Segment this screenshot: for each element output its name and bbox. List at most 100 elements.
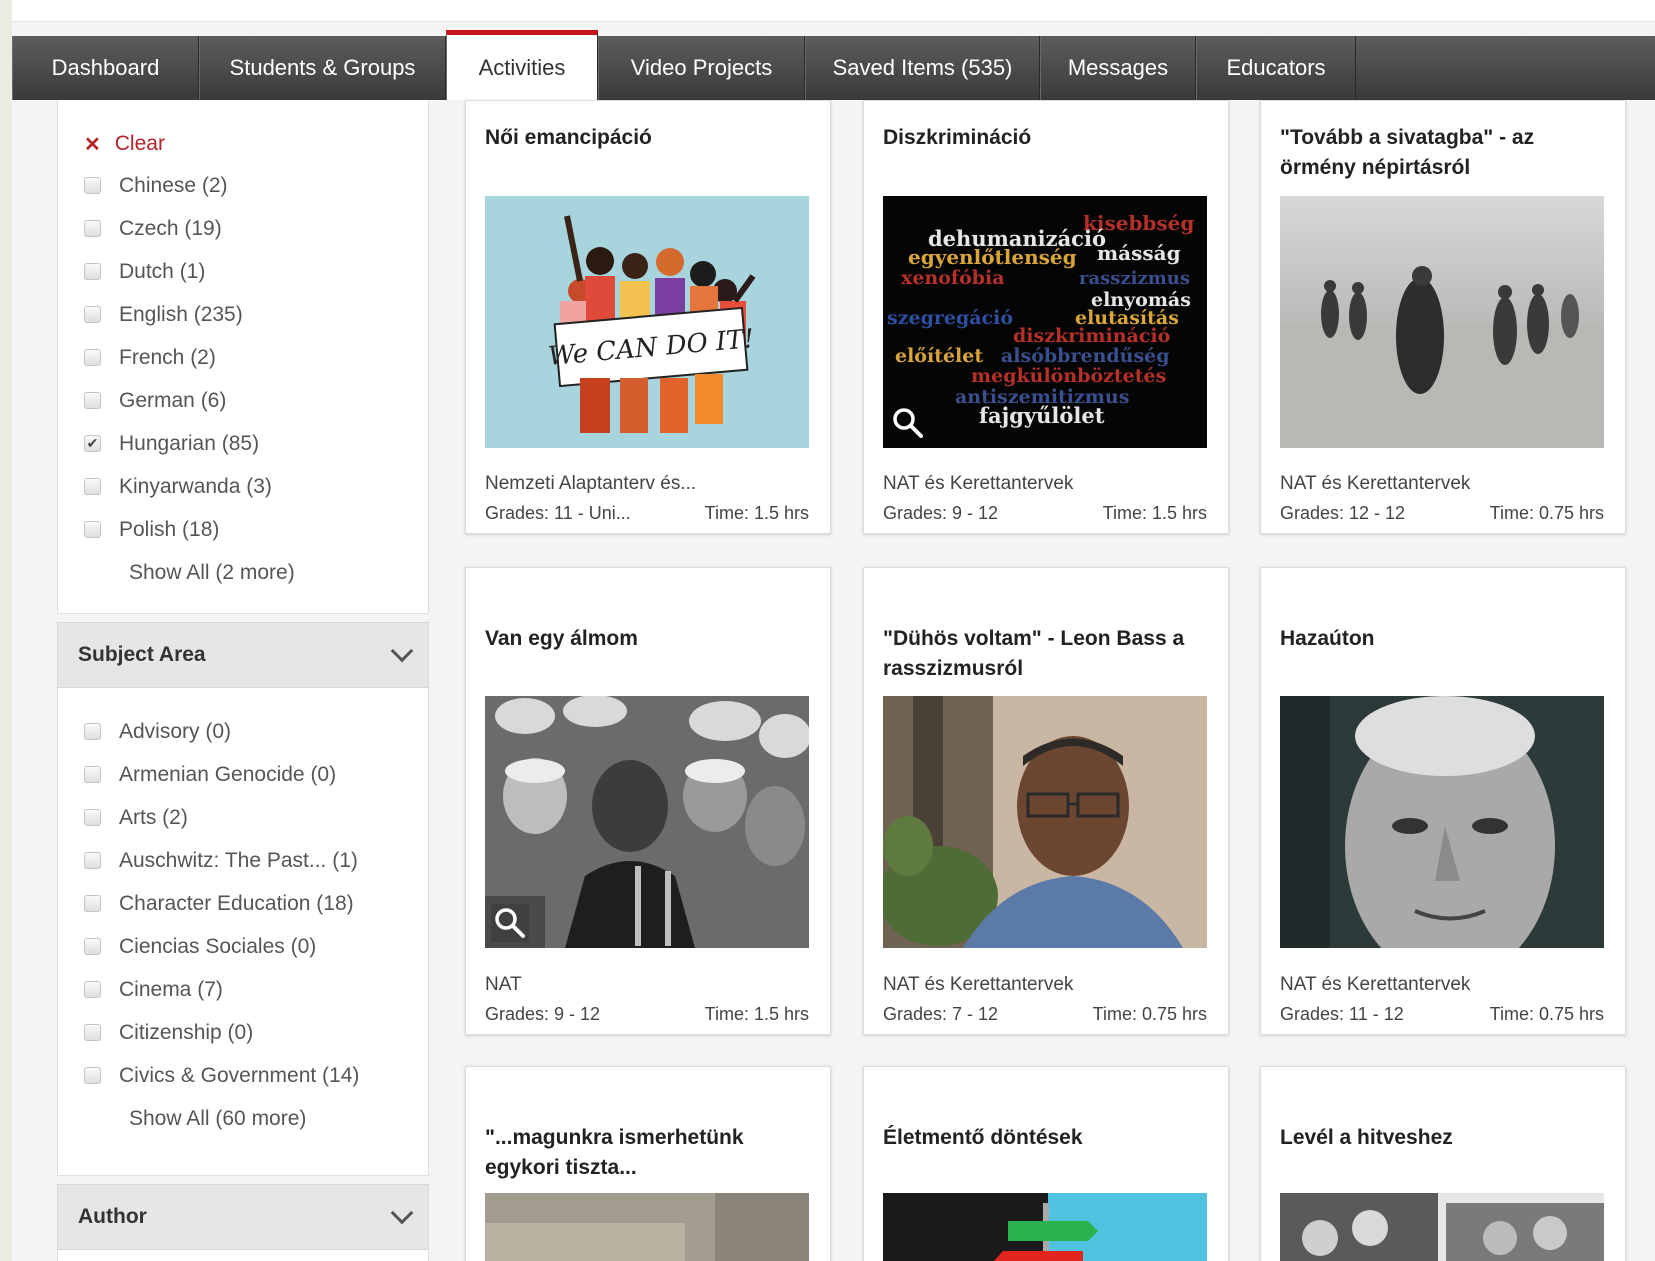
card-grades: Grades: 12 - 12 — [1280, 503, 1406, 523]
card-meta: Grades: 11 - Uni... Time: 1.5 hrs — [485, 503, 809, 524]
checkbox[interactable] — [84, 981, 101, 998]
filter-option[interactable]: Ciencias Sociales (0) — [58, 925, 428, 968]
filter-option-label: French (2) — [119, 345, 216, 369]
subject-area-header[interactable]: Subject Area — [57, 622, 429, 688]
we-can-do-it-illustration: We CAN DO IT! — [485, 196, 809, 448]
card-image: kisebbség dehumanizáció egyenlőtlenség m… — [883, 196, 1207, 448]
checkbox[interactable] — [84, 392, 101, 409]
filter-option-label: Advisory (0) — [119, 719, 232, 743]
checkbox[interactable] — [84, 723, 101, 740]
tab-students-groups[interactable]: Students & Groups — [199, 36, 446, 100]
checkbox-checked[interactable]: ✔ — [84, 435, 101, 452]
filter-option[interactable]: Polish (18) — [58, 508, 428, 551]
activity-card[interactable]: Női emancipáció We CAN DO IT! Nemzeti Al… — [465, 100, 831, 534]
card-time: Time: 0.75 hrs — [1489, 1004, 1604, 1024]
filter-option[interactable]: Auschwitz: The Past... (1) — [58, 839, 428, 882]
activity-card[interactable]: Van egy álmom NAT Grades: 9 - 12 Time: 1… — [465, 567, 831, 1035]
clear-filter-button[interactable]: ✕ Clear — [58, 124, 428, 164]
card-subtitle: NAT és Kerettantervek — [1280, 473, 1471, 494]
checkbox[interactable] — [84, 306, 101, 323]
activity-card[interactable]: "Tovább a sivatagba" - az örmény népirtá… — [1260, 100, 1626, 534]
magnifier-icon[interactable] — [889, 404, 927, 442]
filter-option[interactable]: Civics & Government (14) — [58, 1054, 428, 1097]
filter-option[interactable]: Kinyarwanda (3) — [58, 465, 428, 508]
tab-messages[interactable]: Messages — [1040, 36, 1196, 100]
author-header[interactable]: Author — [57, 1184, 429, 1250]
card-title: Hazaúton — [1280, 627, 1375, 650]
filter-option[interactable]: Character Education (18) — [58, 882, 428, 925]
card-title: Diszkrimináció — [883, 126, 1032, 149]
filter-option[interactable]: Advisory (0) — [58, 710, 428, 753]
interview-photo — [883, 696, 1207, 948]
card-meta: Grades: 7 - 12 Time: 0.75 hrs — [883, 1004, 1207, 1025]
activity-card[interactable]: Hazaúton NAT és Kerettantervek Grades: 1… — [1260, 567, 1626, 1035]
filter-option-label: Polish (18) — [119, 517, 220, 541]
checkbox[interactable] — [84, 478, 101, 495]
checkbox[interactable] — [84, 220, 101, 237]
activity-card[interactable]: Diszkrimináció kisebbség dehumanizáció e… — [863, 100, 1229, 534]
checkbox[interactable] — [84, 521, 101, 538]
checkbox[interactable] — [84, 263, 101, 280]
card-time: Time: 0.75 hrs — [1092, 1004, 1207, 1024]
subject-area-title: Subject Area — [78, 643, 206, 666]
activity-card[interactable]: "Dühös voltam" - Leon Bass a rasszizmusr… — [863, 567, 1229, 1035]
filter-option-label: English (235) — [119, 302, 243, 326]
card-meta: Grades: 11 - 12 Time: 0.75 hrs — [1280, 1004, 1604, 1025]
street-photo — [485, 1193, 809, 1261]
filter-option-label: Ciencias Sociales (0) — [119, 934, 317, 958]
filter-option[interactable]: English (235) — [58, 293, 428, 336]
card-image: We CAN DO IT! — [485, 196, 809, 448]
filter-option[interactable]: Citizenship (0) — [58, 1011, 428, 1054]
filter-option[interactable]: Czech (19) — [58, 207, 428, 250]
filter-option-label: Cinema (7) — [119, 977, 223, 1001]
filter-option[interactable]: Armenian Genocide (0) — [58, 753, 428, 796]
checkbox[interactable] — [84, 349, 101, 366]
activity-card[interactable]: Levél a hitveshez — [1260, 1066, 1626, 1261]
filter-option-label: Kinyarwanda (3) — [119, 474, 272, 498]
magnifier-icon[interactable] — [491, 904, 529, 942]
card-image — [883, 696, 1207, 948]
filter-option[interactable]: French (2) — [58, 336, 428, 379]
filter-option-label: Chinese (2) — [119, 173, 228, 197]
checkbox[interactable] — [84, 1067, 101, 1084]
filter-option-label: Armenian Genocide (0) — [119, 762, 337, 786]
checkbox[interactable] — [84, 177, 101, 194]
activity-card[interactable]: "...magunkra ismerhetünk egykori tiszta.… — [465, 1066, 831, 1261]
card-meta: Grades: 9 - 12 Time: 1.5 hrs — [883, 503, 1207, 524]
filter-option[interactable]: ✔ Hungarian (85) — [58, 422, 428, 465]
word: másság — [1097, 241, 1181, 265]
card-image — [1280, 1193, 1604, 1261]
checkbox[interactable] — [84, 1024, 101, 1041]
filter-option[interactable]: Dutch (1) — [58, 250, 428, 293]
checkbox[interactable] — [84, 852, 101, 869]
activity-card[interactable]: Életmentő döntések — [863, 1066, 1229, 1261]
card-title: "Dühös voltam" - Leon Bass a rasszizmusr… — [883, 627, 1185, 680]
checkbox[interactable] — [84, 895, 101, 912]
filter-sidebar: ✕ Clear Chinese (2) Czech (19) Dutch (1) En… — [57, 100, 429, 1261]
card-meta: Grades: 12 - 12 Time: 0.75 hrs — [1280, 503, 1604, 524]
languages-show-all-link[interactable]: Show All (2 more) — [58, 551, 428, 594]
card-time: Time: 1.5 hrs — [1102, 503, 1207, 523]
subject-filter-panel: Advisory (0) Armenian Genocide (0) Arts (2… — [57, 688, 429, 1176]
card-image — [485, 1193, 809, 1261]
filter-option[interactable]: Chinese (2) — [58, 164, 428, 207]
tab-saved-items[interactable]: Saved Items (535) — [805, 36, 1040, 100]
checkbox[interactable] — [84, 766, 101, 783]
filter-option[interactable]: Cinema (7) — [58, 968, 428, 1011]
tab-activities[interactable]: Activities — [446, 30, 598, 100]
card-title: Női emancipáció — [485, 126, 652, 149]
word: előítélet — [895, 345, 983, 367]
subjects-show-all-link[interactable]: Show All (60 more) — [58, 1097, 428, 1140]
word-cloud: kisebbség dehumanizáció egyenlőtlenség m… — [883, 196, 1207, 448]
tab-video-projects[interactable]: Video Projects — [598, 36, 805, 100]
card-time: Time: 0.75 hrs — [1489, 503, 1604, 523]
tab-educators[interactable]: Educators — [1196, 36, 1356, 100]
checkbox[interactable] — [84, 938, 101, 955]
filter-option[interactable]: Arts (2) — [58, 796, 428, 839]
filter-option[interactable]: German (6) — [58, 379, 428, 422]
checkbox[interactable] — [84, 809, 101, 826]
card-grades: Grades: 9 - 12 — [485, 1004, 601, 1024]
tab-dashboard[interactable]: Dashboard — [12, 36, 199, 100]
card-subtitle: NAT és Kerettantervek — [883, 473, 1074, 494]
card-time: Time: 1.5 hrs — [704, 1004, 809, 1024]
